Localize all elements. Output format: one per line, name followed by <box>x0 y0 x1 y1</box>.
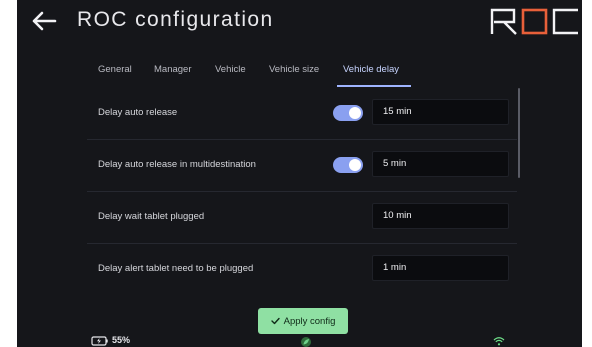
setting-label: Delay alert tablet need to be plugged <box>98 263 254 274</box>
setting-label: Delay wait tablet plugged <box>98 211 205 222</box>
toggle-switch[interactable] <box>333 105 363 121</box>
delay-value-field[interactable]: 1 min <box>372 255 509 281</box>
tab-vehicle[interactable]: Vehicle <box>215 60 246 88</box>
roc-logo <box>490 8 578 35</box>
setting-row-delay-wait-tablet-plugged: Delay wait tablet plugged 10 min <box>87 192 517 244</box>
scrollbar-thumb[interactable] <box>518 88 520 178</box>
apply-config-label: Apply config <box>283 315 336 327</box>
check-icon <box>270 317 280 325</box>
wifi-icon <box>493 337 505 346</box>
toggle-knob <box>349 159 361 171</box>
toggle-switch[interactable] <box>333 157 363 173</box>
setting-row-delay-alert-tablet-plugged: Delay alert tablet need to be plugged 1 … <box>87 244 517 296</box>
app-screen: ROC configuration General Manager Vehicl… <box>17 0 582 347</box>
tab-manager[interactable]: Manager <box>154 60 192 88</box>
header: ROC configuration <box>17 0 582 44</box>
tab-general[interactable]: General <box>98 60 132 88</box>
apply-config-button[interactable]: Apply config <box>258 308 348 334</box>
setting-label: Delay auto release <box>98 107 178 118</box>
tab-bar: General Manager Vehicle Vehicle size Veh… <box>87 60 527 90</box>
active-tab-indicator <box>337 85 411 87</box>
setting-row-delay-auto-release-multidestination: Delay auto release in multidestination 5… <box>87 140 517 192</box>
delay-value-field[interactable]: 5 min <box>372 151 509 177</box>
delay-value-field[interactable]: 15 min <box>372 99 509 125</box>
toggle-knob <box>349 107 361 119</box>
battery-percentage: 55% <box>112 335 131 345</box>
delay-value-field[interactable]: 10 min <box>372 203 509 229</box>
leaf-icon <box>301 337 311 347</box>
arrow-left-icon[interactable] <box>31 10 57 32</box>
tab-vehicle-size[interactable]: Vehicle size <box>269 60 319 88</box>
setting-row-delay-auto-release: Delay auto release 15 min <box>87 88 517 140</box>
setting-label: Delay auto release in multidestination <box>98 159 256 170</box>
battery-charging-icon <box>91 336 108 346</box>
settings-scrollbar[interactable] <box>518 88 522 188</box>
page-title: ROC configuration <box>77 8 274 31</box>
tab-vehicle-delay[interactable]: Vehicle delay <box>343 60 399 88</box>
